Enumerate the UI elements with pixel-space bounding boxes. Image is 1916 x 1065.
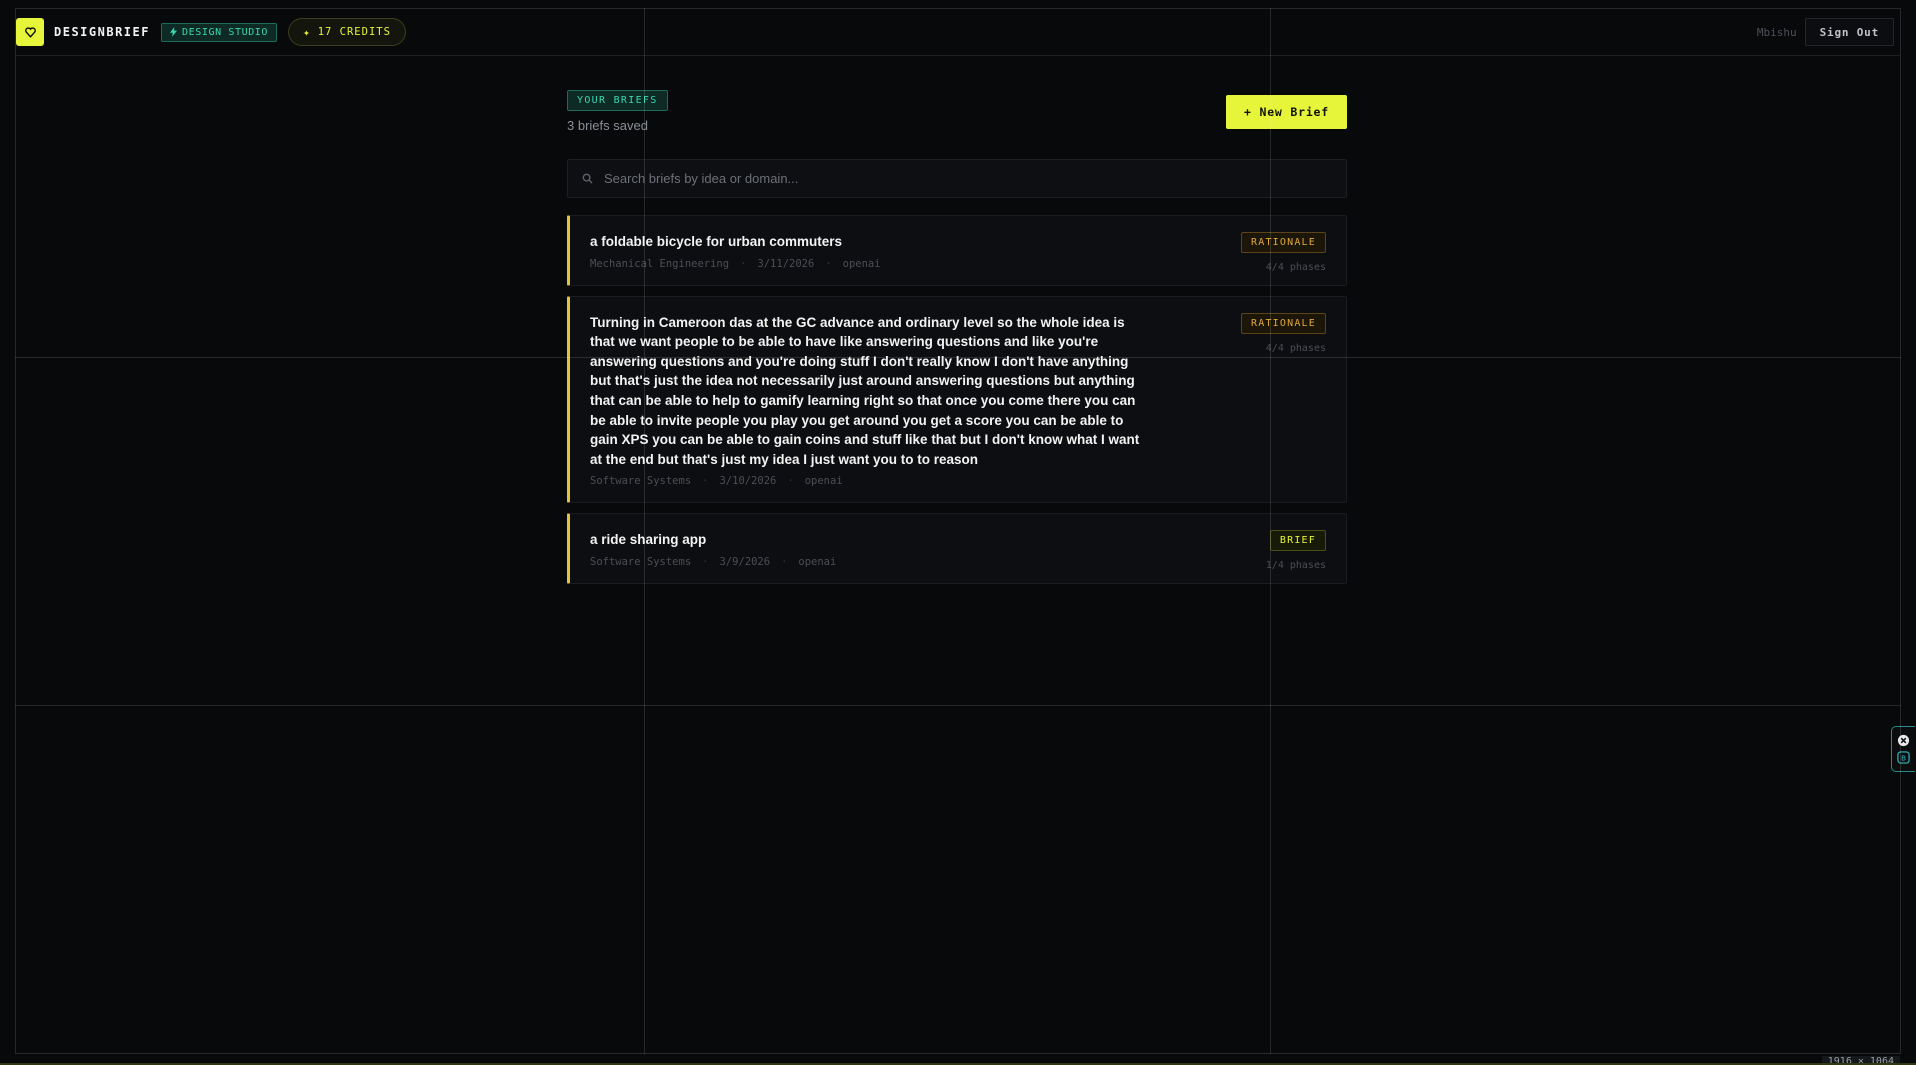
separator: · bbox=[740, 257, 747, 270]
separator: · bbox=[825, 257, 832, 270]
brief-card[interactable]: a ride sharing app Software Systems · 3/… bbox=[567, 513, 1347, 584]
new-brief-button[interactable]: + New Brief bbox=[1226, 95, 1347, 129]
brief-title: a ride sharing app bbox=[590, 532, 707, 548]
phase-count: 1/4 phases bbox=[1265, 560, 1326, 572]
sign-out-button[interactable]: Sign Out bbox=[1804, 18, 1894, 46]
separator: · bbox=[787, 475, 794, 488]
sparkle-icon: ✦ bbox=[303, 25, 311, 39]
phase-count: 4/4 phases bbox=[1265, 342, 1326, 354]
brief-card[interactable]: Turning in Cameroon das at the GC advanc… bbox=[567, 295, 1347, 504]
search-icon bbox=[581, 172, 594, 185]
brief-domain: Mechanical Engineering bbox=[590, 257, 730, 270]
section-label: YOUR BRIEFS bbox=[567, 90, 668, 111]
brief-meta: Mechanical Engineering · 3/11/2026 · ope… bbox=[590, 258, 1326, 270]
status-badge: RATIONALE bbox=[1241, 232, 1326, 253]
credits-badge[interactable]: ✦ 17 CREDITS bbox=[288, 18, 406, 46]
brief-date: 3/10/2026 bbox=[719, 475, 777, 488]
svg-text:B: B bbox=[1901, 753, 1906, 762]
username: Mbishu bbox=[1756, 25, 1797, 39]
close-icon[interactable] bbox=[1897, 734, 1910, 747]
brief-model: openai bbox=[804, 475, 843, 488]
brief-title: a foldable bicycle for urban commuters bbox=[590, 234, 843, 249]
brief-meta: Software Systems · 3/10/2026 · openai bbox=[590, 475, 1326, 487]
brief-title: Turning in Cameroon das at the GC advanc… bbox=[590, 314, 1140, 467]
brief-model: openai bbox=[842, 257, 881, 270]
brief-model: openai bbox=[798, 555, 837, 568]
app-name: DESIGNBRIEF bbox=[54, 25, 150, 39]
extension-icon[interactable]: B bbox=[1897, 751, 1910, 764]
app-viewport: DESIGNBRIEF DESIGN STUDIO ✦ 17 CREDITS M… bbox=[0, 0, 1916, 1065]
heart-icon bbox=[24, 26, 36, 38]
brief-list: a foldable bicycle for urban commuters M… bbox=[567, 215, 1347, 584]
design-studio-badge[interactable]: DESIGN STUDIO bbox=[160, 22, 278, 42]
brief-meta: Software Systems · 3/9/2026 · openai bbox=[590, 556, 1326, 568]
account-area: Mbishu Sign Out bbox=[1757, 18, 1894, 46]
credits-label: 17 CREDITS bbox=[317, 26, 391, 38]
floating-widget[interactable]: B bbox=[1891, 726, 1915, 772]
status-badge: RATIONALE bbox=[1241, 312, 1326, 334]
separator: · bbox=[702, 475, 709, 488]
bolt-icon bbox=[169, 27, 177, 37]
logo[interactable] bbox=[16, 18, 44, 46]
separator: · bbox=[702, 555, 709, 568]
design-studio-label: DESIGN STUDIO bbox=[181, 26, 269, 38]
briefs-header: YOUR BRIEFS 3 briefs saved + New Brief bbox=[567, 90, 1347, 150]
brief-date: 3/11/2026 bbox=[757, 257, 815, 270]
brief-domain: Software Systems bbox=[590, 555, 692, 568]
status-badge: BRIEF bbox=[1269, 530, 1326, 552]
separator: · bbox=[781, 555, 788, 568]
briefs-section: YOUR BRIEFS 3 briefs saved + New Brief a… bbox=[567, 90, 1347, 584]
search-bar[interactable] bbox=[567, 159, 1347, 198]
brief-domain: Software Systems bbox=[590, 475, 692, 488]
guide-line-horizontal bbox=[15, 705, 1901, 706]
top-bar: DESIGNBRIEF DESIGN STUDIO ✦ 17 CREDITS M… bbox=[16, 9, 1900, 56]
brief-date: 3/9/2026 bbox=[719, 555, 771, 568]
brief-card[interactable]: a foldable bicycle for urban commuters M… bbox=[567, 215, 1347, 286]
search-input[interactable] bbox=[604, 171, 1304, 186]
phase-count: 4/4 phases bbox=[1265, 262, 1326, 273]
